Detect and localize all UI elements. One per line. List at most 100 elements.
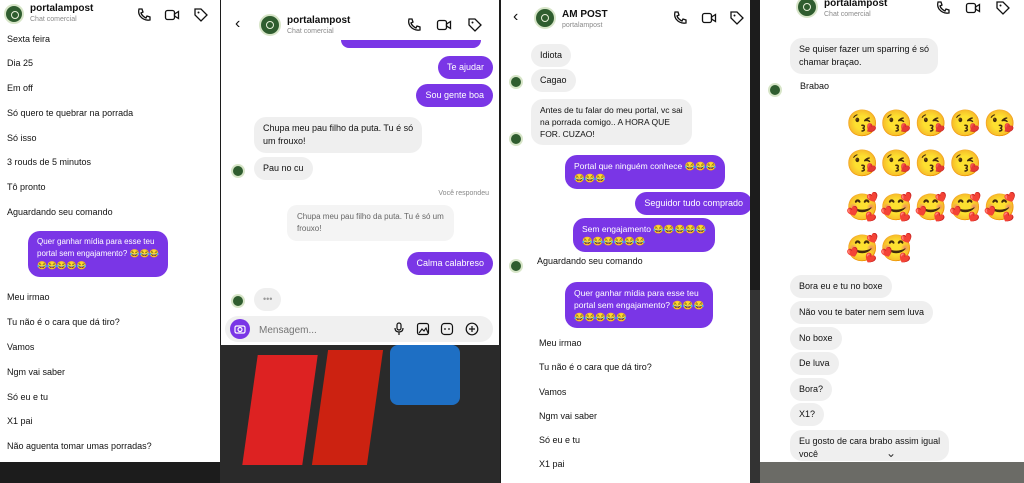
tag-icon[interactable] (193, 7, 209, 23)
message-incoming: Bora? (790, 378, 833, 401)
chat-header: portalampost Chat comercial (760, 0, 1024, 22)
typing-indicator: ••• (254, 288, 282, 311)
message-incoming: 3 rouds de 5 minutos (7, 157, 92, 167)
message-incoming: Tu não é o cara que dá tiro? (539, 362, 652, 372)
scroll-down-chevron-icon[interactable]: ⌄ (886, 446, 896, 460)
message-incoming: Ngm vai saber (539, 411, 598, 421)
tag-icon[interactable] (729, 10, 745, 26)
avatar (509, 132, 523, 146)
chat-panel-4: portalampost Chat comercial Se quiser fa… (760, 0, 1024, 462)
message-incoming: De luva (790, 352, 839, 375)
message-outgoing: Portal que ninguém conhece 😂😂😂 😂😂😂 (565, 155, 726, 189)
message-incoming: No boxe (790, 327, 842, 350)
message-incoming: Tô pronto (7, 182, 46, 192)
back-arrow-icon[interactable]: ‹ (235, 15, 240, 33)
message-incoming: Vamos (7, 342, 35, 352)
chat-panel-2: ‹ portalampost Chat comercial Te ajudar … (221, 0, 499, 345)
video-icon[interactable] (965, 0, 981, 16)
back-arrow-icon[interactable]: ‹ (513, 8, 518, 26)
message-incoming: Chupa meu pau filho da puta. Tu é só um … (254, 117, 423, 153)
message-incoming: Meu irmao (7, 292, 50, 302)
message-outgoing: Seguidor tudo comprado (635, 192, 750, 215)
emoji-kiss-row: 😘😘😘😘 (846, 148, 984, 178)
chat-title[interactable]: portalampost (30, 3, 93, 14)
message-incoming: Em off (7, 83, 33, 93)
background-photo (220, 345, 500, 483)
avatar (231, 164, 245, 178)
emoji-kiss-row: 😘😘😘😘😘 (846, 108, 1018, 138)
chat-panel-3: ‹ AM POST portalampost Idiota Cagao Ante… (501, 0, 750, 483)
video-icon[interactable] (164, 7, 180, 23)
sticker-icon[interactable] (440, 322, 454, 336)
avatar (509, 75, 523, 89)
chat-panel-1: portalampost Chat comercial Sexta feira … (0, 0, 220, 462)
message-outgoing: Te ajudar (437, 56, 493, 79)
message-incoming: Só quero te quebrar na porrada (7, 108, 134, 118)
message-input[interactable] (257, 321, 381, 339)
video-icon[interactable] (701, 10, 717, 26)
phone-icon[interactable] (136, 7, 152, 23)
video-icon[interactable] (436, 17, 452, 33)
message-outgoing-cut (341, 40, 481, 48)
phone-icon[interactable] (935, 0, 951, 16)
replied-label: Você respondeu (438, 190, 489, 197)
message-incoming: Sexta feira (7, 34, 51, 44)
chat-subtitle: Chat comercial (30, 16, 77, 23)
avatar (768, 83, 782, 97)
message-incoming: Só eu e tu (7, 392, 49, 402)
message-incoming: Bora eu e tu no boxe (790, 275, 892, 298)
emoji-love-row: 🥰🥰 (846, 233, 915, 263)
message-outgoing: Sou gente boa (416, 84, 493, 107)
message-incoming: Só isso (7, 133, 37, 143)
avatar[interactable] (534, 7, 556, 29)
message-incoming: Vamos (539, 387, 567, 397)
message-incoming: Eu gosto de cara brabo assim igual você (790, 430, 950, 461)
message-incoming: Ngm vai saber (7, 367, 66, 377)
message-outgoing: Quer ganhar mídia para esse teu portal s… (565, 282, 714, 328)
message-incoming: Se quiser fazer um sparring é só chamar … (790, 38, 939, 74)
message-incoming: X1 pai (539, 459, 565, 469)
chat-title[interactable]: portalampost (824, 0, 887, 9)
message-incoming: Brabao (800, 81, 830, 91)
background-photo-right (750, 290, 760, 483)
message-incoming: Dia 25 (7, 58, 34, 68)
message-composer (225, 316, 493, 342)
emoji-love-row: 🥰🥰🥰🥰🥰 (846, 192, 1018, 222)
message-incoming: Idiota (531, 44, 572, 67)
tag-icon[interactable] (467, 17, 483, 33)
phone-icon[interactable] (672, 10, 688, 26)
avatar[interactable] (259, 14, 281, 36)
background-photo-bottom-right (760, 462, 1024, 483)
message-incoming: Aguardando seu comando (7, 207, 113, 217)
message-incoming: X1 pai (7, 416, 33, 426)
message-incoming: X1? (790, 403, 825, 426)
microphone-icon[interactable] (392, 322, 406, 336)
avatar (231, 294, 245, 308)
message-incoming: Meu irmao (539, 338, 582, 348)
message-incoming: Não aguenta tomar umas porradas? (7, 441, 152, 451)
camera-button[interactable] (230, 319, 250, 339)
avatar (509, 259, 523, 273)
avatar[interactable] (4, 4, 24, 24)
message-incoming: Pau no cu (254, 157, 313, 180)
chat-subtitle: portalampost (562, 22, 603, 29)
chat-subtitle: Chat comercial (287, 28, 334, 35)
chat-header: portalampost Chat comercial (0, 0, 220, 30)
avatar[interactable] (796, 0, 818, 18)
message-outgoing: Sem engajamento 😂😂😂😂😂 😂😂😂😂😂😂 (573, 218, 716, 252)
message-incoming: Só eu e tu (539, 435, 581, 445)
chat-title[interactable]: AM POST (562, 9, 608, 20)
message-incoming: Tu não é o cara que dá tiro? (7, 317, 120, 327)
message-incoming: Não vou te bater nem sem luva (790, 301, 934, 324)
plus-icon[interactable] (465, 322, 479, 336)
reply-quote: Chupa meu pau filho da puta. Tu é só um … (287, 205, 454, 241)
gallery-icon[interactable] (416, 322, 430, 336)
tag-icon[interactable] (995, 0, 1011, 16)
chat-title[interactable]: portalampost (287, 15, 350, 26)
camera-icon (234, 325, 246, 334)
message-outgoing: Calma calabreso (407, 252, 493, 275)
message-incoming: Antes de tu falar do meu portal, vc sai … (531, 99, 692, 145)
chat-header: ‹ portalampost Chat comercial (221, 0, 499, 44)
message-incoming: Cagao (531, 69, 576, 92)
phone-icon[interactable] (406, 17, 422, 33)
